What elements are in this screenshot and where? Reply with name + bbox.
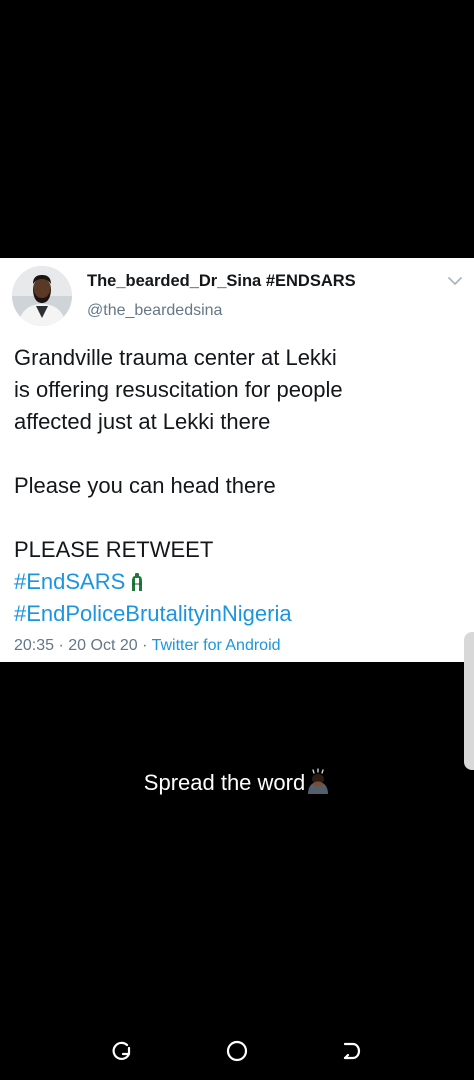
tweet-meta: 20:35 · 20 Oct 20 · Twitter for Android bbox=[14, 637, 281, 655]
person-bowing-icon bbox=[308, 768, 329, 794]
caption-text: Spread the word bbox=[143, 770, 306, 795]
tweet-card[interactable]: The_bearded_Dr_Sina #ENDSARS @the_bearde… bbox=[0, 258, 474, 662]
chevron-down-icon[interactable] bbox=[447, 275, 463, 287]
meta-separator: · bbox=[137, 637, 152, 654]
hashtag-endsars[interactable]: #EndSARS bbox=[14, 569, 125, 594]
tweet-text-line: affected just at Lekki there bbox=[14, 409, 271, 434]
avatar[interactable] bbox=[12, 266, 72, 326]
author-display-name[interactable]: The_bearded_Dr_Sina #ENDSARS bbox=[87, 272, 356, 291]
tweet-body: Grandville trauma center at Lekki is off… bbox=[14, 342, 464, 630]
home-icon[interactable] bbox=[224, 1038, 250, 1064]
tweet-text-line: Grandville trauma center at Lekki bbox=[14, 345, 337, 370]
avatar-image bbox=[12, 266, 72, 326]
hashtag-line: #EndSARS bbox=[14, 566, 464, 598]
tweet-text-line: PLEASE RETWEET bbox=[14, 537, 214, 562]
tweet-source[interactable]: Twitter for Android bbox=[152, 637, 281, 654]
hashtag-endpolicebrutalityinnigeria[interactable]: #EndPoliceBrutalityinNigeria bbox=[14, 601, 292, 626]
recent-apps-icon[interactable] bbox=[109, 1038, 135, 1064]
nigeria-flag-fist-icon bbox=[132, 573, 143, 591]
author-handle[interactable]: @the_beardedsina bbox=[87, 302, 222, 320]
tweet-time[interactable]: 20:35 bbox=[14, 637, 54, 654]
back-icon[interactable] bbox=[339, 1038, 365, 1064]
tweet-text-line: Please you can head there bbox=[14, 473, 276, 498]
hashtag-line: #EndPoliceBrutalityinNigeria bbox=[14, 598, 464, 630]
edge-panel-handle[interactable] bbox=[464, 632, 474, 770]
meta-separator: · bbox=[54, 637, 69, 654]
tweet-text-line: is offering resuscitation for people bbox=[14, 377, 343, 402]
story-caption: Spread the word bbox=[0, 768, 474, 796]
tweet-date[interactable]: 20 Oct 20 bbox=[68, 637, 137, 654]
navigation-bar bbox=[0, 1030, 474, 1070]
